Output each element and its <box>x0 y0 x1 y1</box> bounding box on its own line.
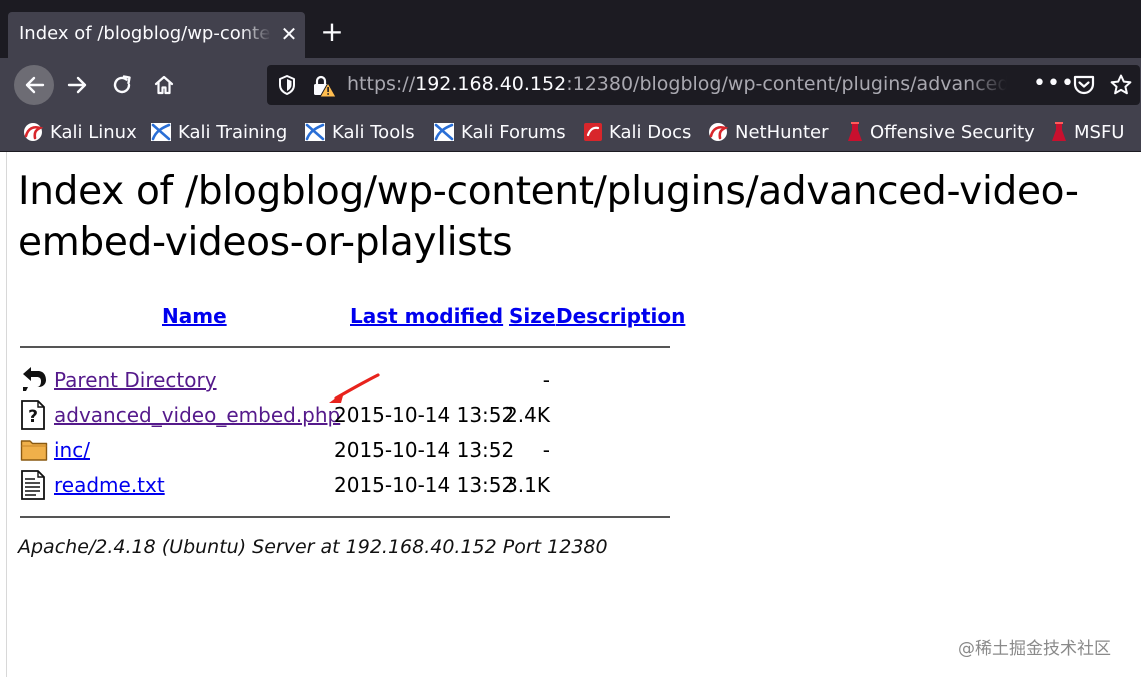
folder-icon <box>20 435 48 467</box>
browser-chrome: Index of /blogblog/wp-content/plugins/ad… <box>0 0 1141 152</box>
column-header-last-modified[interactable]: Last modified <box>350 304 503 328</box>
column-header-size[interactable]: Size <box>509 304 555 328</box>
last-modified-cell: 2015-10-14 13:52 <box>334 473 515 497</box>
size-cell: - <box>542 438 550 462</box>
file-link[interactable]: readme.txt <box>54 473 165 497</box>
reload-icon <box>113 75 131 94</box>
offsec-icon <box>1052 122 1066 141</box>
shield-icon[interactable] <box>277 74 297 100</box>
kali-docs-icon <box>584 123 602 141</box>
bookmark-label: Kali Linux <box>50 121 137 143</box>
kali-dragon-icon <box>709 123 729 141</box>
bookmarks-toolbar: Kali Linux Kali Training Kali Tools Kali… <box>0 112 1141 152</box>
header-divider <box>20 346 670 348</box>
url-path: :12380/blogblog/wp-content/plugins/advan… <box>566 73 1007 95</box>
bookmark-offensive-security[interactable]: Offensive Security <box>846 120 1035 144</box>
bookmark-kali-training[interactable]: Kali Training <box>150 120 287 144</box>
navigation-toolbar: https://192.168.40.152:12380/blogblog/wp… <box>0 58 1141 112</box>
kali-dragon-icon <box>24 123 44 141</box>
tab-title: Index of /blogblog/wp-content/plugins/ad… <box>19 23 271 44</box>
annotation-arrow-icon <box>329 373 380 403</box>
address-bar[interactable]: https://192.168.40.152:12380/blogblog/wp… <box>267 65 1140 105</box>
active-tab[interactable]: Index of /blogblog/wp-content/plugins/ad… <box>8 12 305 58</box>
unknown-file-icon: ? <box>20 400 46 434</box>
forward-button[interactable] <box>60 67 96 103</box>
table-row: inc/ 2015-10-14 13:52 - <box>20 435 680 467</box>
size-cell: 2.4K <box>505 403 550 427</box>
home-icon <box>154 75 174 95</box>
kali-dragon-icon <box>151 123 171 141</box>
kali-dragon-icon <box>434 123 454 141</box>
bookmark-kali-linux[interactable]: Kali Linux <box>22 120 137 144</box>
table-row: readme.txt 2015-10-14 13:52 3.1K <box>20 470 680 502</box>
bookmark-label: Kali Tools <box>332 121 415 143</box>
file-link[interactable]: advanced_video_embed.php <box>54 403 340 427</box>
bookmark-msfu[interactable]: MSFU <box>1050 120 1124 144</box>
watermark: @稀土掘金技术社区 <box>958 639 1111 659</box>
bookmark-label: Kali Training <box>178 121 288 143</box>
url-host: 192.168.40.152 <box>415 73 567 95</box>
bookmark-star-icon[interactable] <box>1109 73 1133 101</box>
url-scheme: https:// <box>347 73 416 95</box>
folder-link[interactable]: inc/ <box>54 438 90 462</box>
reload-button[interactable] <box>104 67 140 103</box>
home-button[interactable] <box>146 67 182 103</box>
forward-arrow-icon <box>67 76 87 94</box>
tab-close-icon[interactable]: ✕ <box>279 23 299 45</box>
column-header-description[interactable]: Description <box>556 304 685 328</box>
footer-divider <box>20 516 670 518</box>
bookmark-label: Kali Docs <box>609 121 692 143</box>
bookmark-kali-tools[interactable]: Kali Tools <box>304 120 415 144</box>
kali-dragon-icon <box>305 123 325 141</box>
bookmark-nethunter[interactable]: NetHunter <box>707 120 828 144</box>
last-modified-cell: 2015-10-14 13:52 <box>334 438 515 462</box>
bookmark-label: Offensive Security <box>870 121 1035 143</box>
pocket-icon[interactable] <box>1072 74 1096 100</box>
parent-directory-link[interactable]: Parent Directory <box>54 368 217 392</box>
svg-text:?: ? <box>28 407 38 427</box>
back-arrow-icon <box>25 76 45 94</box>
size-cell: - <box>542 368 550 392</box>
page-actions-button[interactable]: ••• <box>1033 71 1075 96</box>
server-signature: Apache/2.4.18 (Ubuntu) Server at 192.168… <box>18 536 608 558</box>
page-content: Index of /blogblog/wp-content/plugins/ad… <box>0 152 1141 677</box>
bookmark-label: MSFU <box>1074 121 1125 143</box>
back-arrow-icon <box>20 365 48 397</box>
insecure-lock-icon[interactable] <box>311 74 337 102</box>
text-file-icon <box>20 470 46 504</box>
size-cell: 3.1K <box>505 473 550 497</box>
page-border <box>6 152 7 677</box>
back-button[interactable] <box>14 65 54 105</box>
bookmark-label: NetHunter <box>735 121 829 143</box>
new-tab-button[interactable]: + <box>318 18 346 46</box>
page-title: Index of /blogblog/wp-content/plugins/ad… <box>18 169 1079 265</box>
offsec-icon <box>848 122 862 141</box>
url-text[interactable]: https://192.168.40.152:12380/blogblog/wp… <box>347 73 1007 95</box>
bookmark-kali-forums[interactable]: Kali Forums <box>433 120 566 144</box>
bookmark-label: Kali Forums <box>461 121 566 143</box>
column-header-name[interactable]: Name <box>162 304 227 328</box>
tab-strip: Index of /blogblog/wp-content/plugins/ad… <box>0 0 1141 58</box>
bookmark-kali-docs[interactable]: Kali Docs <box>583 120 691 144</box>
